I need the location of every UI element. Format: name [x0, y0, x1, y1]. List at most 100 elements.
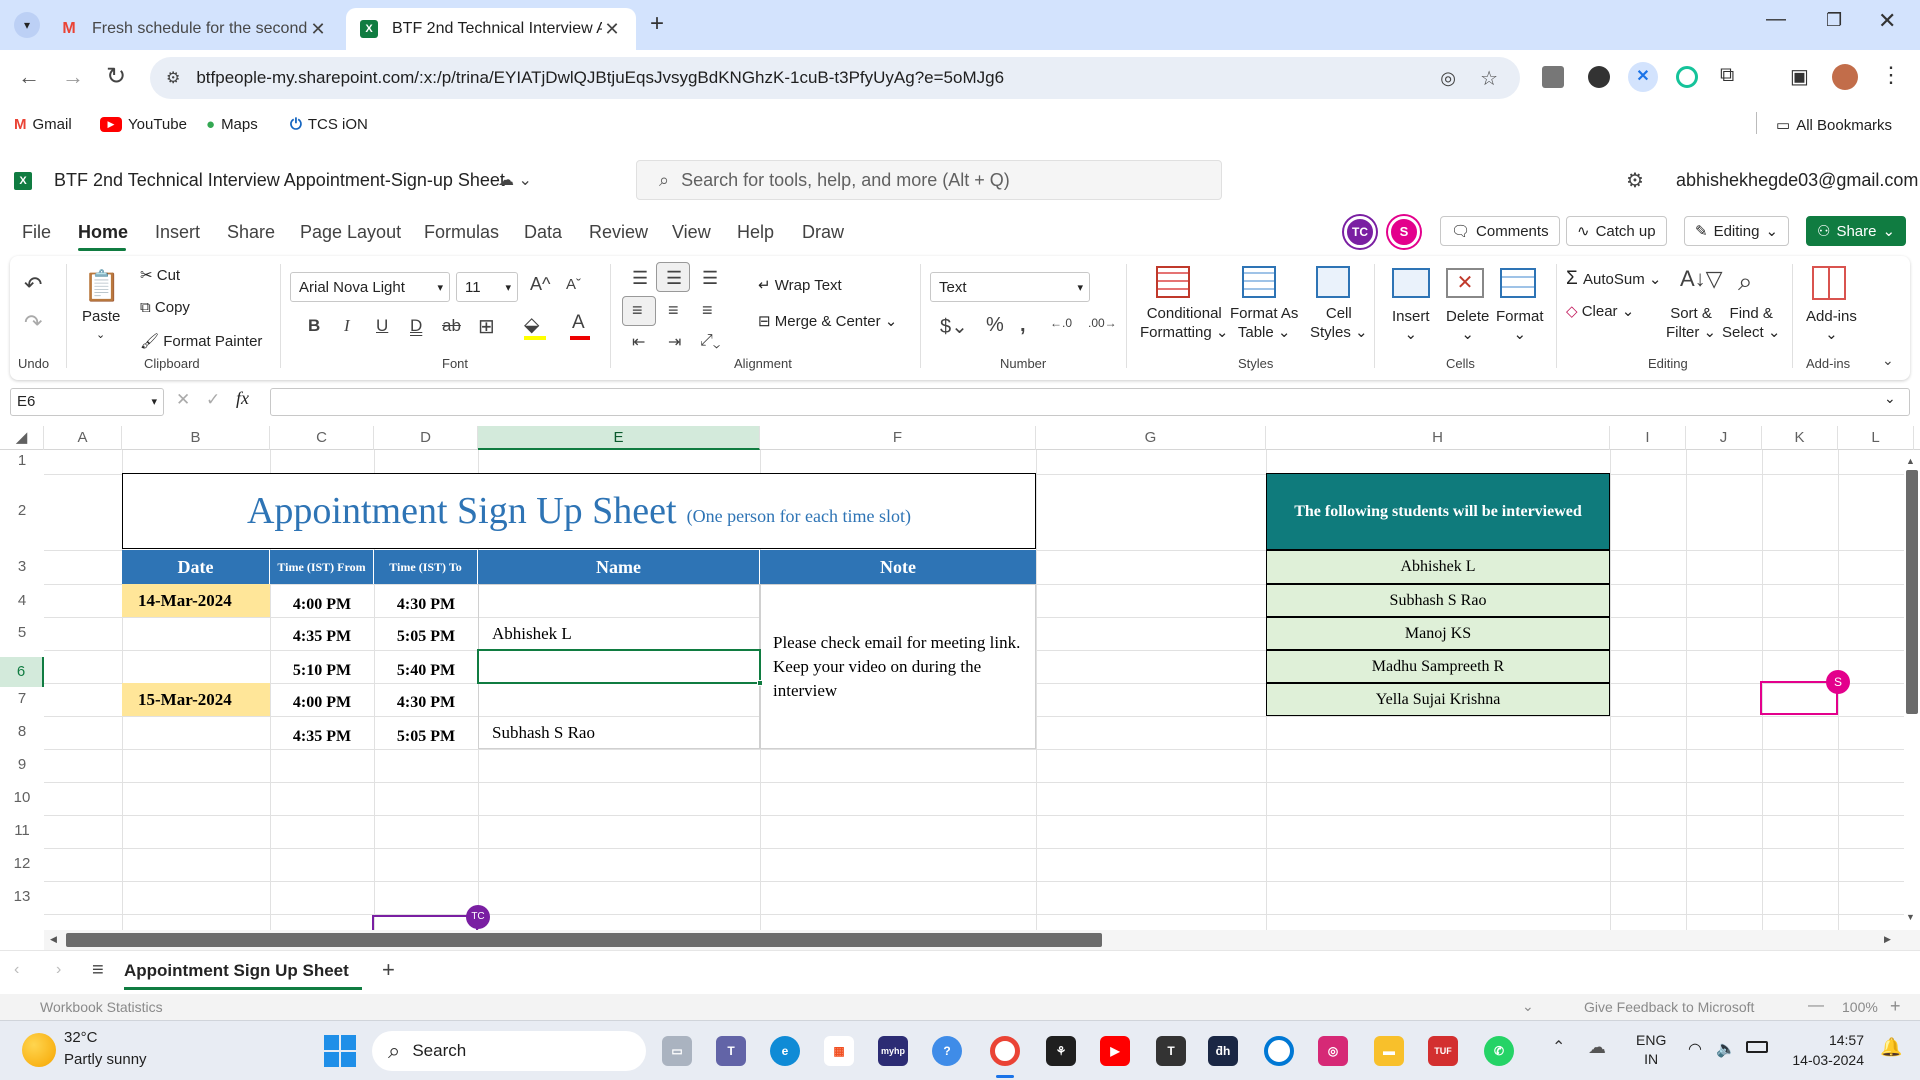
bookmark-tcs-ion[interactable]: ⏻ TCS iON: [290, 116, 368, 133]
tab-formulas[interactable]: Formulas: [424, 222, 499, 243]
header-date[interactable]: Date: [122, 550, 270, 584]
vertical-scrollbar[interactable]: ▲ ▼: [1904, 450, 1920, 930]
sheet-tab-active[interactable]: Appointment Sign Up Sheet: [124, 961, 349, 981]
tab-excel[interactable]: X BTF 2nd Technical Interview App ✕: [346, 8, 636, 50]
prev-sheet-icon[interactable]: ‹: [14, 961, 19, 979]
header-time-from[interactable]: Time (IST) From: [270, 550, 374, 584]
sheet-title-cell[interactable]: Appointment Sign Up Sheet (One person fo…: [122, 473, 1036, 549]
decrease-indent-icon[interactable]: ⇤: [632, 332, 645, 352]
underline-icon[interactable]: U: [376, 316, 388, 336]
date-cell[interactable]: 15-Mar-2024: [122, 683, 270, 716]
url-text[interactable]: btfpeople-my.sharepoint.com/:x:/p/trina/…: [196, 68, 1004, 88]
strikethrough-icon[interactable]: ab: [442, 316, 461, 336]
align-center-icon[interactable]: ≡: [668, 300, 679, 321]
file-explorer-icon[interactable]: ▬: [1374, 1036, 1404, 1066]
extension-icon[interactable]: [1542, 66, 1564, 88]
save-status-icon[interactable]: ☁ ⌄: [498, 170, 532, 190]
teams-icon[interactable]: T: [716, 1036, 746, 1066]
date-cell[interactable]: [122, 716, 270, 749]
notification-bell-icon[interactable]: 🔔: [1880, 1037, 1902, 1058]
weather-temperature[interactable]: 32°C: [64, 1029, 98, 1046]
column-header[interactable]: J: [1686, 426, 1762, 450]
tab-data[interactable]: Data: [524, 222, 562, 243]
increase-indent-icon[interactable]: ⇥: [668, 332, 681, 352]
bold-icon[interactable]: B: [308, 316, 320, 336]
align-bottom-icon[interactable]: ☰: [702, 268, 718, 289]
scroll-down-icon[interactable]: ▼: [1906, 912, 1915, 922]
tab-review[interactable]: Review: [589, 222, 648, 243]
row-header[interactable]: 11: [0, 822, 44, 839]
settings-gear-icon[interactable]: ⚙: [1626, 168, 1644, 193]
format-as-table-button[interactable]: Format As Table ⌄: [1230, 304, 1298, 342]
column-header[interactable]: F: [760, 426, 1036, 450]
tab-search-icon[interactable]: ▾: [14, 12, 40, 38]
site-info-icon[interactable]: ⚙: [166, 68, 180, 88]
onedrive-icon[interactable]: ☁: [1588, 1037, 1606, 1058]
myhp-icon[interactable]: myhp: [878, 1036, 908, 1066]
cut-button[interactable]: ✂ Cut: [140, 266, 180, 284]
scroll-right-icon[interactable]: ▶: [1884, 934, 1891, 945]
extension-icon[interactable]: ✕: [1628, 62, 1658, 92]
header-name[interactable]: Name: [478, 550, 760, 584]
row-header[interactable]: 4: [0, 592, 44, 609]
app-t-icon[interactable]: T: [1156, 1036, 1186, 1066]
find-select-icon[interactable]: ⌕: [1738, 266, 1753, 298]
column-header[interactable]: G: [1036, 426, 1266, 450]
confirm-entry-icon[interactable]: ✓: [206, 390, 220, 410]
date-cell[interactable]: [122, 617, 270, 650]
extensions-icon[interactable]: ⧉: [1720, 64, 1734, 87]
row-header[interactable]: 13: [0, 888, 44, 905]
expand-formula-icon[interactable]: ⌄: [1884, 390, 1896, 407]
sort-filter-icon[interactable]: A↓▽: [1680, 266, 1723, 292]
font-color-icon[interactable]: A: [572, 312, 585, 334]
eye-off-icon[interactable]: ◎: [1440, 68, 1456, 89]
bookmark-maps[interactable]: ● Maps: [206, 116, 258, 133]
number-format-select[interactable]: Text ▾: [930, 272, 1090, 302]
column-header-selected[interactable]: E: [478, 426, 760, 450]
cell-styles-icon[interactable]: [1316, 266, 1350, 298]
insert-cells-button[interactable]: Insert ⌄: [1392, 308, 1430, 343]
scroll-up-icon[interactable]: ▲: [1906, 456, 1915, 466]
orientation-icon[interactable]: ⤢⌄: [700, 332, 720, 350]
presence-avatar[interactable]: TC: [1344, 216, 1376, 248]
shrink-font-icon[interactable]: Aˇ: [566, 276, 581, 293]
task-view-icon[interactable]: ▭: [662, 1036, 692, 1066]
name-cell[interactable]: [478, 683, 760, 716]
paste-icon[interactable]: 📋: [82, 266, 122, 306]
add-ins-button[interactable]: Add-ins ⌄: [1806, 308, 1857, 343]
tray-overflow-icon[interactable]: ⌃: [1552, 1037, 1565, 1057]
format-painter-button[interactable]: 🖌 Format Painter: [140, 332, 262, 350]
column-header[interactable]: B: [122, 426, 270, 450]
extension-icon[interactable]: [1588, 66, 1610, 88]
delete-cells-icon[interactable]: ✕: [1446, 268, 1484, 298]
search-box[interactable]: ⌕ Search for tools, help, and more (Alt …: [636, 160, 1222, 200]
select-all-corner[interactable]: ◢: [0, 426, 44, 450]
cortana-icon[interactable]: [1264, 1036, 1294, 1066]
time-to-cell[interactable]: 4:30 PM: [374, 683, 478, 716]
add-sheet-icon[interactable]: +: [382, 957, 395, 983]
tab-home[interactable]: Home: [78, 222, 128, 243]
formula-input[interactable]: [270, 388, 1910, 416]
italic-icon[interactable]: I: [344, 316, 350, 336]
student-name-cell[interactable]: Madhu Sampreeth R: [1266, 650, 1610, 683]
tuf-icon[interactable]: TUF: [1428, 1036, 1458, 1066]
note-cell[interactable]: Please check email for meeting link. Kee…: [760, 584, 1036, 749]
student-name-cell[interactable]: Yella Sujai Krishna: [1266, 683, 1610, 716]
name-cell[interactable]: Abhishek L: [478, 617, 760, 650]
cell-styles-button[interactable]: Cell Styles ⌄: [1310, 304, 1368, 342]
bookmark-gmail[interactable]: M Gmail: [14, 116, 72, 133]
close-icon[interactable]: ✕: [308, 19, 328, 40]
row-header[interactable]: 10: [0, 789, 44, 806]
row-header[interactable]: 12: [0, 855, 44, 872]
back-icon[interactable]: ←: [18, 64, 40, 90]
time-from-cell[interactable]: 4:35 PM: [270, 617, 374, 650]
student-name-cell[interactable]: Abhishek L: [1266, 550, 1610, 584]
format-as-table-icon[interactable]: [1242, 266, 1276, 298]
profile-avatar[interactable]: [1832, 64, 1858, 90]
column-header[interactable]: A: [44, 426, 122, 450]
decrease-decimal-icon[interactable]: .00→: [1088, 316, 1117, 330]
time-to-cell[interactable]: 5:05 PM: [374, 716, 478, 749]
row-header[interactable]: 8: [0, 723, 44, 740]
whatsapp-icon[interactable]: ✆: [1484, 1036, 1514, 1066]
scroll-left-icon[interactable]: ◀: [50, 934, 57, 945]
